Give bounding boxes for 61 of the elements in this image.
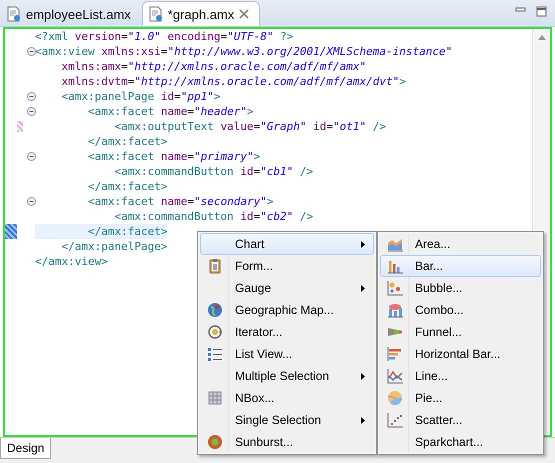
menu-item[interactable]: Geographic Map... [200,299,374,321]
code-line: xmlns:dvtm="http://xmlns.oracle.com/adf/mf/amx/dvt"> [60,74,406,89]
code-line: <amx:commandButton id="cb1" /> [113,164,314,179]
code-line: </amx:facet> [86,179,168,194]
grid-icon [207,390,223,406]
menu-item[interactable]: Form... [200,255,374,277]
menu-item[interactable]: Bubble... [380,277,541,299]
menu-item[interactable]: NBox... [200,387,374,409]
collapse-icon[interactable] [27,92,36,101]
code-line: </amx:facet> [86,134,168,149]
list-icon [207,346,223,362]
editor-tab[interactable]: *graph.amx [142,1,260,26]
menu-item[interactable]: List View... [200,343,374,365]
menu-item[interactable]: Sunburst... [200,431,374,453]
menu-item[interactable]: Horizontal Bar... [380,343,541,365]
editor-tab[interactable]: employeeList.amx [0,1,142,26]
close-icon[interactable] [239,9,250,19]
horizontal-bar-chart-icon [387,346,403,362]
code-line: </amx:view> [35,254,108,269]
menu-item[interactable]: Funnel... [380,321,541,343]
pie-chart-icon [387,390,403,406]
collapse-icon[interactable] [27,47,36,56]
area-chart-icon [387,236,403,252]
collapse-icon[interactable] [27,197,36,206]
document-icon [148,6,163,22]
menu-item[interactable]: Multiple Selection [200,365,374,387]
code-line: <amx:panelPage id="pp1"> [60,89,220,104]
menu-item[interactable]: Sparkchart... [380,431,541,453]
scatter-chart-icon [387,412,403,428]
code-line: <amx:facet name="header"> [86,104,254,119]
menu-item[interactable]: Scatter... [380,409,541,431]
menu-item[interactable]: Bar... [380,255,541,277]
menu-item[interactable]: Line... [380,365,541,387]
menu-item[interactable]: Iterator... [200,321,374,343]
code-line: xmlns:amx="http://xmlns.oracle.com/adf/mf/amx" [60,59,366,74]
code-line: <amx:view xmlns:xsi="http://www.w3.org/2001/XMLSchema-instance" [35,44,452,59]
collapse-icon[interactable] [27,107,36,116]
menu-item[interactable]: Area... [380,233,541,255]
code-line: </amx:panelPage> [60,239,168,254]
menu-item[interactable]: Chart [200,233,374,255]
code-line: <?xml version="1.0" encoding="UTF-8" ?> [35,29,294,44]
globe-icon [207,302,223,318]
scroll-up-icon[interactable] [538,35,546,40]
code-line: <amx:outputText value="Graph" id="ot1" /> [113,119,386,134]
bar-chart-icon [387,258,403,274]
document-icon [7,6,21,22]
menu-item[interactable]: Combo... [380,299,541,321]
line-chart-icon [387,368,403,384]
code-line: <amx:commandButton id="cb2" /> [113,209,314,224]
combo-chart-icon [387,302,403,318]
maximize-icon[interactable] [536,6,547,17]
clipboard-icon [207,258,223,274]
menu-item[interactable]: Single Selection [200,409,374,431]
ring-icon [207,434,223,450]
menu-item[interactable]: Gauge [200,277,374,299]
menu-item[interactable]: Pie... [380,387,541,409]
code-line: <amx:facet name="primary"> [86,149,260,164]
bubble-chart-icon [387,280,403,296]
design-tab[interactable]: Design [0,438,52,459]
code-line: <amx:facet name="secondary"> [86,194,274,209]
collapse-icon[interactable] [27,152,36,161]
